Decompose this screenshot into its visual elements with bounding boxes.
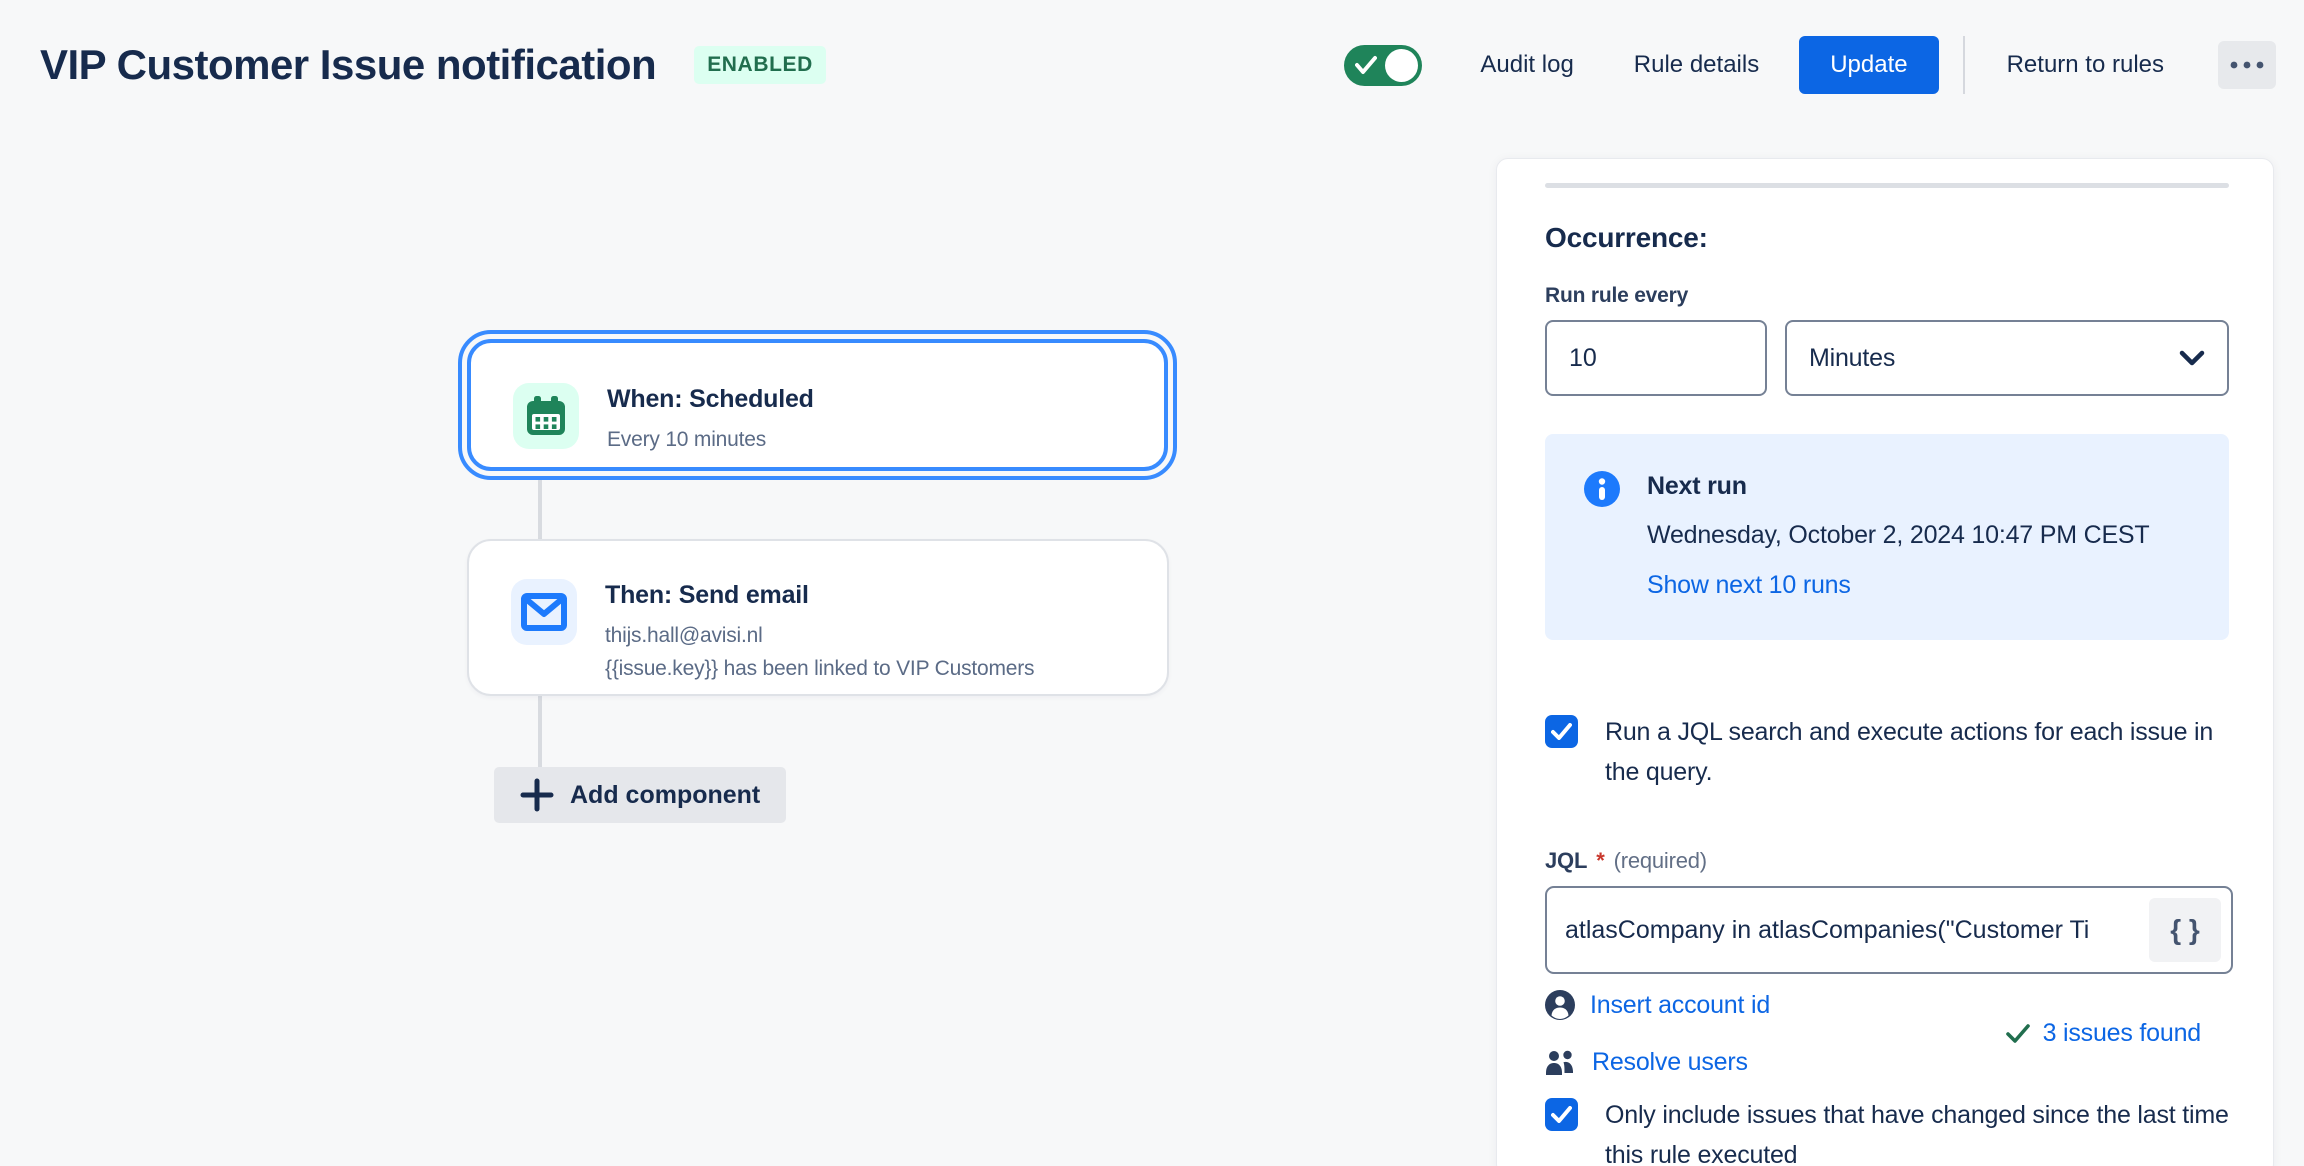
resolve-users-label: Resolve users [1592, 1048, 1748, 1077]
next-run-datetime: Wednesday, October 2, 2024 10:47 PM CEST [1647, 515, 2167, 555]
changed-issues-checkbox-label: Only include issues that have changed si… [1605, 1095, 2229, 1166]
add-component-button[interactable]: Add component [494, 767, 786, 823]
interval-unit-value: Minutes [1809, 344, 1895, 373]
issues-found-label: 3 issues found [2043, 1019, 2201, 1048]
action-card-title: Then: Send email [605, 581, 1034, 610]
jql-input[interactable] [1547, 888, 2231, 972]
add-component-label: Add component [570, 781, 760, 810]
action-card-subject: {{issue.key}} has been linked to VIP Cus… [605, 653, 1034, 684]
interval-unit-select[interactable]: Minutes [1785, 320, 2229, 396]
chevron-down-icon [2179, 350, 2205, 366]
show-next-runs-link[interactable]: Show next 10 runs [1647, 571, 1851, 600]
action-card-send-email[interactable]: Then: Send email thijs.hall@avisi.nl {{i… [467, 539, 1169, 696]
interval-value-input[interactable] [1545, 320, 1767, 396]
audit-log-button[interactable]: Audit log [1450, 37, 1603, 93]
person-circle-icon [1545, 990, 1575, 1020]
required-asterisk: * [1596, 848, 1604, 874]
trigger-card-subtitle: Every 10 minutes [607, 424, 814, 455]
smart-values-braces-button[interactable]: { } [2149, 898, 2221, 962]
jql-search-checkbox-row[interactable]: Run a JQL search and execute actions for… [1545, 712, 2229, 792]
next-run-info-box: Next run Wednesday, October 2, 2024 10:4… [1545, 434, 2229, 640]
jql-search-checkbox-label: Run a JQL search and execute actions for… [1605, 712, 2229, 792]
rule-header: VIP Customer Issue notification ENABLED … [0, 0, 2304, 130]
trigger-card-title: When: Scheduled [607, 385, 814, 414]
connector-line [538, 696, 542, 768]
insert-account-id-link[interactable]: Insert account id [1545, 990, 1770, 1020]
page-title: VIP Customer Issue notification [40, 41, 656, 89]
plus-icon [520, 778, 554, 812]
trigger-config-panel: Occurrence: Run rule every Minutes Next … [1496, 158, 2274, 1166]
required-text: (required) [1614, 848, 1707, 874]
trigger-card-scheduled[interactable]: When: Scheduled Every 10 minutes [467, 339, 1168, 471]
resolve-users-link[interactable]: Resolve users [1545, 1048, 1770, 1077]
check-icon [1551, 1106, 1572, 1123]
issues-found-status[interactable]: 3 issues found [2006, 1019, 2201, 1048]
rule-canvas: When: Scheduled Every 10 minutes Then: S… [0, 130, 1494, 1166]
jql-search-checkbox[interactable] [1545, 715, 1578, 748]
return-to-rules-button[interactable]: Return to rules [1977, 37, 2194, 93]
toggle-knob [1385, 49, 1418, 82]
changed-issues-checkbox-row[interactable]: Only include issues that have changed si… [1545, 1095, 2229, 1166]
status-badge: ENABLED [694, 46, 826, 84]
changed-issues-checkbox[interactable] [1545, 1098, 1578, 1131]
occurrence-heading: Occurrence: [1545, 222, 2229, 254]
header-actions: Audit log Rule details Update Return to … [1344, 36, 2276, 94]
rule-builder-main: When: Scheduled Every 10 minutes Then: S… [0, 130, 2304, 1166]
header-divider [1963, 36, 1965, 94]
check-icon [1355, 55, 1377, 75]
jql-label: JQL [1545, 848, 1587, 874]
run-rule-every-label: Run rule every [1545, 284, 2229, 308]
people-icon [1545, 1049, 1577, 1077]
connector-line [538, 479, 542, 540]
info-icon [1583, 470, 1621, 508]
rule-details-button[interactable]: Rule details [1604, 37, 1789, 93]
next-run-title: Next run [1647, 472, 2167, 501]
panel-divider [1545, 183, 2229, 188]
calendar-icon [513, 383, 579, 449]
update-button[interactable]: Update [1799, 36, 1938, 94]
insert-account-id-label: Insert account id [1590, 991, 1770, 1020]
jql-field: { } [1545, 886, 2233, 974]
action-card-recipient: thijs.hall@avisi.nl [605, 620, 1034, 651]
check-icon [1551, 723, 1572, 740]
check-icon [2006, 1024, 2030, 1043]
ellipsis-icon [2230, 61, 2264, 69]
mail-icon [511, 579, 577, 645]
more-menu-button[interactable] [2218, 41, 2276, 89]
rule-enabled-toggle[interactable] [1344, 45, 1422, 86]
